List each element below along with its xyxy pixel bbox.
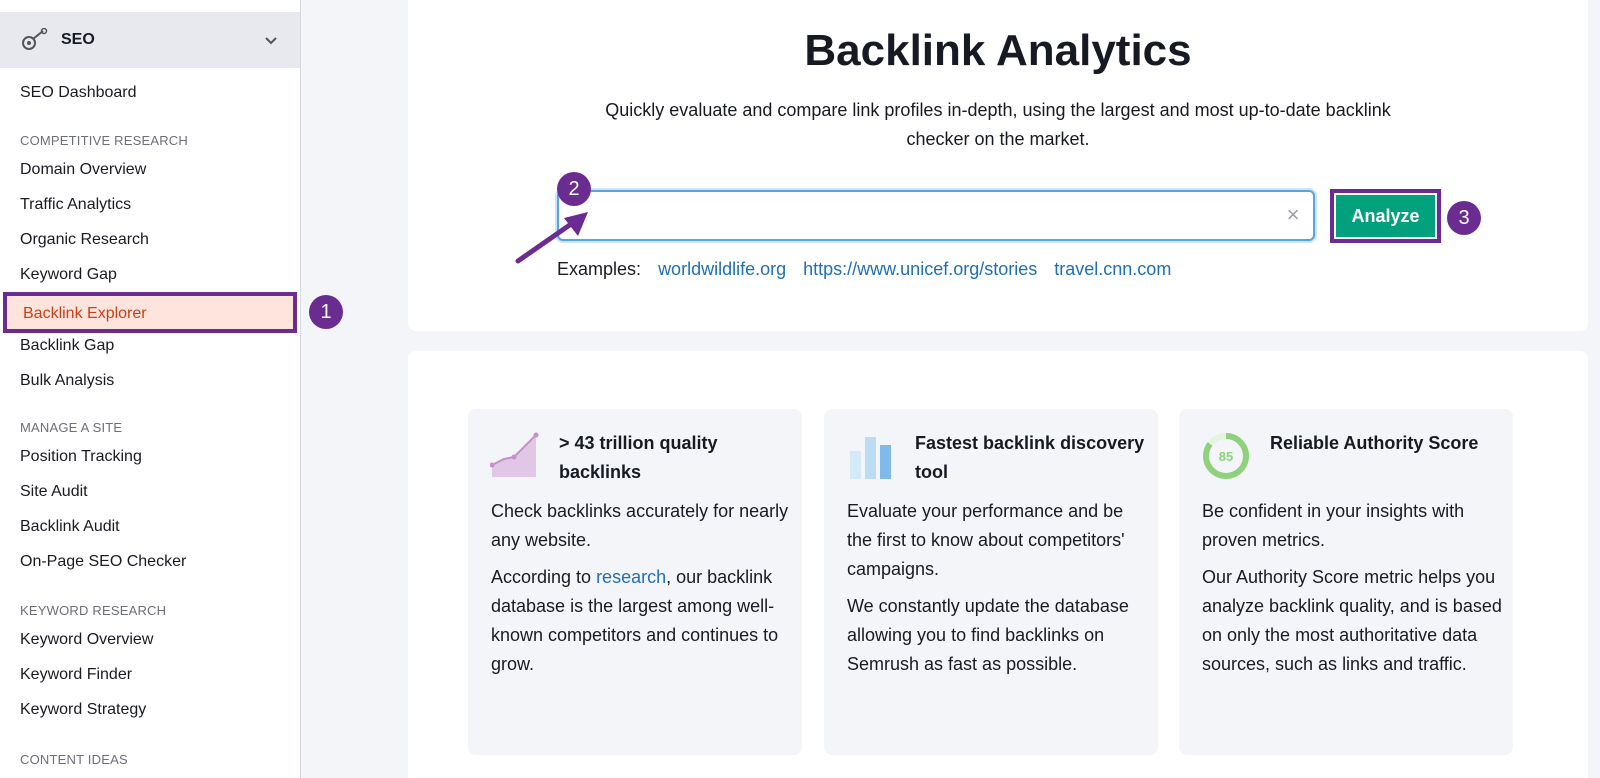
clear-icon[interactable]: × [1283,204,1303,226]
nav-group-content-ideas: CONTENT IDEAS [20,752,128,767]
step-badge-1: 1 [309,295,343,329]
sidebar-item-keyword-overview[interactable]: Keyword Overview [20,631,153,649]
nav-group-manage-a-site: MANAGE A SITE [20,420,123,435]
feature-title: Reliable Authority Score [1270,433,1479,453]
bar-chart-icon [850,437,891,479]
growth-chart-icon [490,432,539,477]
feature-tile-authority: 85 Reliable Authority Score Be confident… [1179,409,1513,755]
sidebar: SEO SEO Dashboard COMPETITIVE RESEARCH D… [0,0,301,778]
sidebar-item-on-page-seo-checker[interactable]: On-Page SEO Checker [20,553,186,571]
nav-group-competitive-research: COMPETITIVE RESEARCH [20,133,188,148]
sidebar-item-bulk-analysis[interactable]: Bulk Analysis [20,372,114,390]
feature-tile-discovery: Fastest backlink discovery tool Evaluate… [824,409,1158,755]
examples-row: Examples: worldwildlife.org https://www.… [557,259,1171,280]
sidebar-item-backlink-explorer[interactable]: Backlink Explorer [3,292,297,333]
example-link-unicef[interactable]: https://www.unicef.org/stories [803,259,1037,279]
domain-search-input[interactable]: × [557,190,1315,241]
sidebar-item-keyword-strategy[interactable]: Keyword Strategy [20,701,146,719]
sidebar-item-keyword-finder[interactable]: Keyword Finder [20,666,132,684]
example-link-worldwildlife[interactable]: worldwildlife.org [658,259,786,279]
authority-score-icon: 85 [1203,433,1249,479]
annotation-arrow-icon [515,212,588,264]
sidebar-item-domain-overview[interactable]: Domain Overview [20,161,146,179]
feature-text: Be confident in your insights with prove… [1202,501,1465,550]
feature-tile-backlinks: > 43 trillion quality backlinks Check ba… [468,409,802,755]
chevron-down-icon[interactable] [263,32,279,48]
page-title: Backlink Analytics [804,26,1192,75]
sidebar-item-seo-dashboard[interactable]: SEO Dashboard [20,84,137,102]
page-subtitle: Quickly evaluate and compare link profil… [605,100,1391,149]
seo-section-label: SEO [61,31,95,48]
hero-card: Backlink Analytics Quickly evaluate and … [408,0,1588,331]
sidebar-item-position-tracking[interactable]: Position Tracking [20,448,142,466]
sidebar-item-backlink-audit[interactable]: Backlink Audit [20,518,120,536]
analyze-button-highlight: Analyze [1330,189,1441,243]
features-card: > 43 trillion quality backlinks Check ba… [408,351,1588,778]
feature-text-research: According to research, our backlink data… [491,567,779,674]
analyze-button[interactable]: Analyze [1336,195,1435,237]
sidebar-item-keyword-gap[interactable]: Keyword Gap [20,266,117,284]
sidebar-item-backlink-gap[interactable]: Backlink Gap [20,337,114,355]
feature-title: > 43 trillion quality backlinks [559,433,718,482]
feature-text: Check backlinks accurately for nearly an… [491,501,789,550]
feature-text: Evaluate your performance and be the fir… [847,501,1125,579]
step-badge-3: 3 [1447,201,1481,235]
feature-text: We constantly update the database allowi… [847,596,1129,674]
sidebar-item-site-audit[interactable]: Site Audit [20,483,88,501]
sidebar-item-organic-research[interactable]: Organic Research [20,231,149,249]
seo-key-icon [22,28,48,50]
research-link[interactable]: research [596,567,666,587]
seo-section-toggle[interactable]: SEO [0,12,300,68]
step-badge-2: 2 [557,172,591,206]
feature-title: Fastest backlink discovery tool [915,433,1145,482]
example-link-cnn-travel[interactable]: travel.cnn.com [1054,259,1171,279]
feature-text: Our Authority Score metric helps you ana… [1202,567,1502,674]
sidebar-item-label: Backlink Explorer [23,305,147,322]
sidebar-item-traffic-analytics[interactable]: Traffic Analytics [20,196,131,214]
nav-group-keyword-research: KEYWORD RESEARCH [20,603,167,618]
authority-score-value: 85 [1219,449,1233,464]
